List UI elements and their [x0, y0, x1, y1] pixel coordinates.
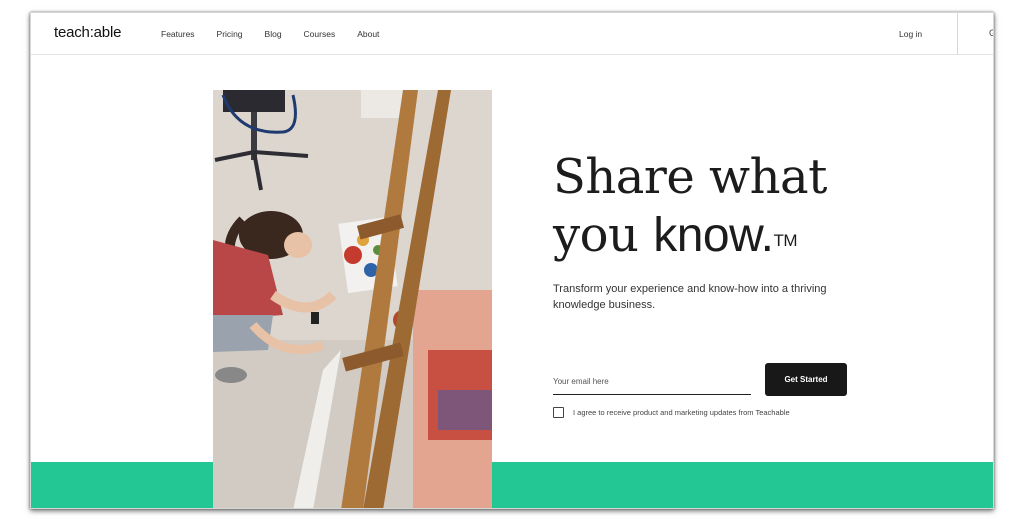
get-started-button[interactable]: Get Started — [765, 363, 847, 396]
hero-artist-painting-image — [213, 90, 492, 508]
login-link[interactable]: Log in — [899, 29, 922, 39]
nav-links: Features Pricing Blog Courses About — [161, 29, 401, 39]
nav-divider — [957, 13, 958, 55]
nav-link-blog[interactable]: Blog — [265, 29, 282, 39]
get-started-nav-button-cropped[interactable]: G — [989, 28, 993, 38]
consent-row: I agree to receive product and marketing… — [553, 407, 790, 418]
headline-know: know. — [653, 209, 774, 262]
hero-subtext: Transform your experience and know-how i… — [553, 283, 827, 311]
top-navigation: teach:able Features Pricing Blog Courses… — [31, 13, 993, 55]
consent-checkbox[interactable] — [553, 407, 564, 418]
consent-label: I agree to receive product and marketing… — [573, 408, 790, 417]
nav-link-features[interactable]: Features — [161, 29, 195, 39]
browser-frame: teach:able Features Pricing Blog Courses… — [30, 12, 994, 509]
headline-you: you — [553, 207, 654, 263]
trademark-symbol: TM — [773, 231, 797, 250]
nav-link-pricing[interactable]: Pricing — [217, 29, 243, 39]
headline-line-1: Share what — [553, 149, 827, 205]
email-input[interactable] — [553, 369, 751, 395]
nav-link-courses[interactable]: Courses — [304, 29, 336, 39]
hero-headline: Share what you know.TM — [553, 148, 893, 265]
green-accent-band — [31, 462, 993, 508]
teachable-logo[interactable]: teach:able — [54, 24, 121, 41]
nav-link-about[interactable]: About — [357, 29, 379, 39]
